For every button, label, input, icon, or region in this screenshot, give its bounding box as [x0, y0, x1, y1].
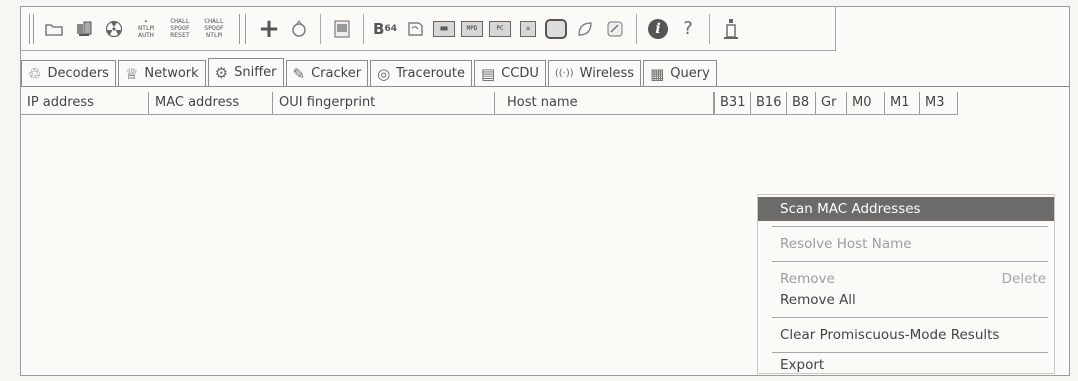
- certificate-icon[interactable]: [402, 14, 428, 44]
- ntlm-auth-button[interactable]: ✦ NTLM AUTH: [131, 14, 161, 44]
- menu-separator: [772, 317, 1048, 318]
- column-header-ip[interactable]: IP address: [21, 92, 149, 114]
- tab-query[interactable]: ▦ Query: [643, 60, 717, 86]
- tab-label: Decoders: [47, 66, 109, 81]
- cracker-icon: ✎: [292, 64, 306, 83]
- info-pillar-icon[interactable]: [718, 14, 744, 44]
- column-header-mac[interactable]: MAC address: [149, 92, 273, 114]
- main-window: ✦ NTLM AUTH CHALL SPOOF RESET CHALL SPOOF NTLM…: [20, 6, 1070, 376]
- column-header-hostname[interactable]: Host name: [495, 92, 714, 114]
- menu-item-remove-all[interactable]: Remove All: [758, 288, 1054, 312]
- tab-divider: [21, 86, 1069, 87]
- query-icon: ▦: [650, 64, 665, 83]
- radiation-icon[interactable]: [101, 14, 127, 44]
- column-header-b8[interactable]: B8: [787, 92, 816, 114]
- adapter-icon[interactable]: [71, 14, 97, 44]
- context-menu: Scan MAC Addresses Resolve Host Name Rem…: [757, 194, 1055, 374]
- tab-label: Cracker: [311, 66, 362, 81]
- wireless-icon: ((·)): [554, 68, 574, 79]
- key-icon[interactable]: [602, 14, 628, 44]
- column-header-gr[interactable]: Gr: [816, 92, 847, 114]
- decoder-4-icon[interactable]: ≡: [516, 14, 540, 44]
- menu-item-label: Remove: [780, 271, 835, 287]
- tab-sniffer[interactable]: ⚙ Sniffer: [207, 58, 284, 86]
- tab-cracker[interactable]: ✎ Cracker: [285, 60, 369, 86]
- wizard-icon[interactable]: [286, 14, 312, 44]
- decoder-5-icon[interactable]: [544, 14, 568, 44]
- column-header-m3[interactable]: M3: [920, 92, 958, 114]
- table-header: IP address MAC address OUI fingerprint H…: [21, 92, 958, 115]
- decoder-3-icon[interactable]: PC: [488, 14, 512, 44]
- tab-wireless[interactable]: ((·)) Wireless: [547, 60, 642, 86]
- tab-ccdu[interactable]: ▤ CCDU: [474, 60, 546, 86]
- chall-spoof-ntlm-button[interactable]: CHALL SPOOF NTLM: [199, 14, 229, 44]
- toolbar-separator: [636, 13, 637, 44]
- decoder-1-icon[interactable]: ▦▦: [432, 14, 456, 44]
- tab-label: Network: [144, 66, 199, 81]
- column-header-b16[interactable]: B16: [751, 92, 787, 114]
- tab-label: Wireless: [579, 66, 635, 81]
- chall-spoof-reset-button[interactable]: CHALL SPOOF RESET: [165, 14, 195, 44]
- help-icon[interactable]: ?: [675, 14, 701, 44]
- menu-item-scan-mac[interactable]: Scan MAC Addresses: [758, 197, 1054, 221]
- tab-label: Traceroute: [396, 66, 465, 81]
- menu-separator: [772, 261, 1048, 262]
- tab-network[interactable]: ♕ Network: [117, 60, 206, 86]
- tab-decoders[interactable]: ♲ Decoders: [21, 60, 116, 86]
- tab-label: Query: [670, 66, 710, 81]
- toolbar-separator: [363, 13, 364, 44]
- tab-traceroute[interactable]: ◎ Traceroute: [370, 60, 472, 86]
- column-header-oui[interactable]: OUI fingerprint: [273, 92, 495, 114]
- leaf-icon[interactable]: [572, 14, 598, 44]
- sniffer-icon: ⚙: [214, 63, 229, 82]
- open-folder-icon[interactable]: [41, 14, 67, 44]
- column-header-m0[interactable]: M0: [847, 92, 885, 114]
- menu-item-export[interactable]: Export: [758, 353, 1054, 377]
- toolbar-grip[interactable]: [29, 13, 34, 44]
- decoder-2-icon[interactable]: MPD: [460, 14, 484, 44]
- toolbar-separator: [709, 13, 710, 44]
- add-icon[interactable]: +: [256, 14, 282, 44]
- traceroute-icon: ◎: [377, 64, 391, 83]
- tab-bar: ♲ Decoders ♕ Network ⚙ Sniffer ✎ Cracker ◎ Tr…: [21, 56, 719, 86]
- hash-calculator-icon[interactable]: [329, 14, 355, 44]
- column-header-b31[interactable]: B31: [714, 92, 751, 114]
- toolbar: ✦ NTLM AUTH CHALL SPOOF RESET CHALL SPOOF NTLM…: [21, 7, 836, 51]
- menu-item-resolve-host[interactable]: Resolve Host Name: [758, 232, 1054, 256]
- toolbar-separator: [239, 13, 246, 44]
- decoders-icon: ♲: [28, 64, 42, 83]
- column-header-m1[interactable]: M1: [885, 92, 920, 114]
- toolbar-separator: [320, 13, 321, 44]
- tab-label: Sniffer: [234, 65, 277, 80]
- ccdu-icon: ▤: [481, 64, 496, 83]
- menu-item-clear-promiscuous[interactable]: Clear Promiscuous-Mode Results: [758, 323, 1054, 347]
- about-icon[interactable]: i: [645, 14, 671, 44]
- tab-label: CCDU: [501, 66, 539, 81]
- base64-icon[interactable]: B 64: [372, 14, 398, 44]
- menu-separator: [772, 226, 1048, 227]
- network-icon: ♕: [124, 64, 139, 83]
